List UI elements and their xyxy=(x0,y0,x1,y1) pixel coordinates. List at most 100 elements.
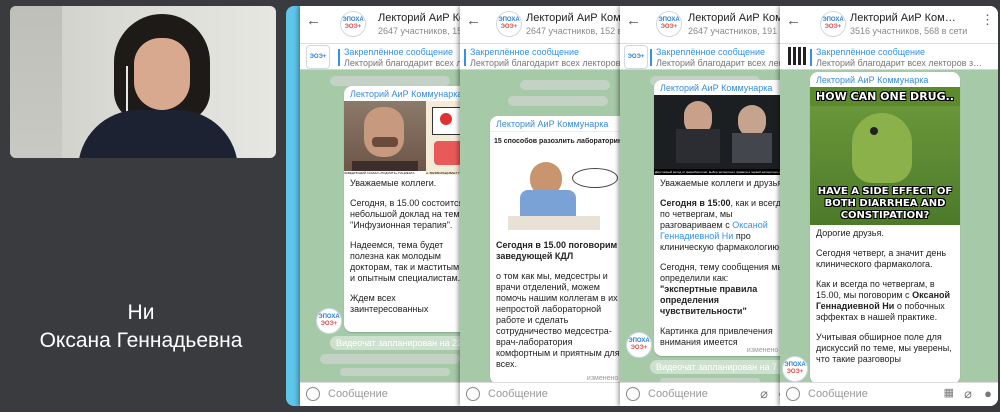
attach-icon[interactable]: ⌀ xyxy=(760,386,768,402)
presenter-name-line2: Оксана Геннадьевна xyxy=(39,329,243,352)
message-bubble[interactable]: Лекторий АиР Коммунарка 15 способов разо… xyxy=(490,116,632,384)
chat-panel-4[interactable]: ← ЭПОХА ЭОЭ+ Лекторий АиР Ком… 3516 участ… xyxy=(780,6,998,406)
message-line: Сегодня в 15.00 поговорим с заведующей К… xyxy=(496,240,625,261)
message-input[interactable]: Сообщение xyxy=(488,388,548,400)
image-caption: Двухтомный метод от микробиологии: выбор… xyxy=(654,169,792,175)
message-author: Лекторий АиР Коммунарка xyxy=(496,119,609,129)
message-bold: "экспертные правила определения чувствит… xyxy=(660,284,758,316)
placeholder-row xyxy=(520,80,610,90)
logo-icon: ЭОЭ+ xyxy=(309,53,327,60)
dinosaur-head xyxy=(852,113,912,183)
pinned-preview: Лекторий благодарит всех лекторов з… xyxy=(656,58,792,68)
placeholder-row xyxy=(330,76,450,86)
back-arrow-icon[interactable]: ← xyxy=(626,12,641,29)
chat-header: ← ЭПОХАЭОЭ+ Лекторий АиР Комму… 2647 уча… xyxy=(300,6,472,44)
chat-panel-3[interactable]: ← ЭПОХА ЭОЭ+ Лекторий АиР Ком… 2647 участ… xyxy=(620,6,792,406)
pinned-message-bar[interactable]: Закреплённое сообщение Лекторий благодар… xyxy=(460,44,632,70)
channel-title[interactable]: Лекторий АиР Комму… xyxy=(378,12,472,24)
message-bubble[interactable]: Лекторий АиР Коммунарка HOW CAN ONE DRUG… xyxy=(810,72,960,384)
message-input[interactable]: Сообщение xyxy=(328,388,388,400)
back-arrow-icon[interactable]: ← xyxy=(786,12,801,29)
message-image[interactable]: 15 способов разозлить лабораторию xyxy=(490,131,632,237)
logo-icon: ЭПОХА ЭОЭ+ xyxy=(822,17,844,30)
message-line: Сегодня в 15:00, как и всегда по четверг… xyxy=(660,198,786,253)
message-line: Сегодня четверг, а значит день клиническ… xyxy=(816,248,947,269)
channel-avatar[interactable]: ЭПОХА ЭОЭ+ xyxy=(496,11,522,37)
logo-icon: ЭПОХА ЭОЭ+ xyxy=(342,17,364,30)
message-input[interactable]: Сообщение xyxy=(648,388,708,400)
message-line: Картинка для привлечения внимания имеетс… xyxy=(660,326,773,347)
bot-menu-icon[interactable]: ▦ xyxy=(944,386,954,399)
message-input-bar[interactable]: Сообщение xyxy=(300,382,472,406)
back-arrow-icon[interactable]: ← xyxy=(306,12,321,29)
attach-icon[interactable]: ⌀ xyxy=(964,386,972,402)
microphone-icon[interactable]: ● xyxy=(984,386,992,401)
message-text: Уважаемые коллеги и друзья! Сегодня в 15… xyxy=(654,175,792,356)
sender-avatar[interactable]: ЭПОХА ЭОЭ+ xyxy=(626,332,652,358)
message-text: Уважаемые коллеги. Сегодня, в 15.00 сост… xyxy=(344,175,472,327)
message-author: Лекторий АиР Коммунарка xyxy=(350,89,463,99)
image-man-photo: ЗАВЕДУЮЩИЙ СКАЗАЛ «ПОДУМТЬ» ПАЦИЕНТА xyxy=(344,101,426,175)
pin-accent-bar xyxy=(810,49,812,66)
pinned-message-bar[interactable]: Закреплённое сообщение Лекторий благодар… xyxy=(780,44,998,70)
qr-code-icon xyxy=(788,47,806,65)
channel-title[interactable]: Лекторий АиР Ком… xyxy=(850,12,956,24)
chat-header: ← ЭПОХА ЭОЭ+ Лекторий АиР Ком… 2647 участ… xyxy=(620,6,792,44)
pinned-preview: Лекторий благодарит всех лекторов з… xyxy=(816,58,983,68)
meme-top-text: HOW CAN ONE DRUG.. xyxy=(810,87,960,106)
system-message: Видеочат запланирован на 7 окт. 1… xyxy=(650,360,792,374)
screen-share: ← ЭПОХАЭОЭ+ Лекторий АиР Комму… 2647 уча… xyxy=(286,6,998,406)
pin-accent-bar xyxy=(464,49,466,66)
emoji-icon[interactable] xyxy=(466,387,480,401)
channel-title[interactable]: Лекторий АиР Комму… xyxy=(526,12,632,24)
chat-panel-1[interactable]: ← ЭПОХАЭОЭ+ Лекторий АиР Комму… 2647 уча… xyxy=(300,6,472,406)
logo-icon: ЭПОХА ЭОЭ+ xyxy=(628,338,650,351)
chat-panel-2[interactable]: ← ЭПОХАЭОЭ+ Лекторий АиР Комму… 2647 уча… xyxy=(460,6,632,406)
emoji-icon[interactable] xyxy=(306,387,320,401)
channel-avatar[interactable]: ЭПОХА ЭОЭ+ xyxy=(820,11,846,37)
message-image[interactable]: HOW CAN ONE DRUG.. HAVE A SIDE EFFECT OF… xyxy=(810,87,960,225)
message-image[interactable]: Двухтомный метод от микробиологии: выбор… xyxy=(654,95,792,175)
presenter-name-line1: Ни xyxy=(127,301,155,324)
channel-subtitle: 3516 участников, 568 в сети xyxy=(850,26,968,36)
channel-subtitle: 2647 участников, 152 в с… xyxy=(378,26,472,36)
more-icon[interactable]: ⋮ xyxy=(981,12,994,28)
message-line: Уважаемые коллеги. xyxy=(350,178,437,188)
sender-avatar[interactable]: ЭПОХА ЭОЭ+ xyxy=(782,356,808,382)
message-line: Учитывая обширное поле для дискуссий по … xyxy=(816,332,952,364)
placeholder-row xyxy=(340,368,450,376)
channel-subtitle: 2647 участников, 152 в с… xyxy=(526,26,632,36)
logo-icon: ЭПОХА ЭОЭ+ xyxy=(498,17,520,30)
emoji-icon[interactable] xyxy=(786,387,800,401)
message-input[interactable]: Сообщение xyxy=(808,388,868,400)
chat-header: ← ЭПОХАЭОЭ+ Лекторий АиР Комму… 2647 уча… xyxy=(460,6,632,44)
pinned-title: Закреплённое сообщение xyxy=(344,47,454,57)
message-line: Сегодня, в 15.00 состоится небольшой док… xyxy=(350,198,465,230)
pinned-message-bar[interactable]: ЭОЭ+ Закреплённое сообщение Лекторий бла… xyxy=(300,44,472,70)
back-arrow-icon[interactable]: ← xyxy=(466,12,481,29)
system-message: Видеочат запланирован на 22 сент. xyxy=(330,336,472,350)
channel-avatar[interactable]: ЭПОХА ЭОЭ+ xyxy=(340,11,366,37)
emoji-icon[interactable] xyxy=(626,387,640,401)
message-line: о том как мы, медсестры и врачи отделени… xyxy=(496,271,620,369)
message-line: Дорогие друзья. xyxy=(816,228,884,238)
channel-avatar[interactable]: ЭПОХА ЭОЭ+ xyxy=(656,11,682,37)
placeholder-row xyxy=(508,96,608,106)
message-line: Надеемся, тема будет полезна как молодым… xyxy=(350,240,461,283)
message-bubble[interactable]: Лекторий АиР Коммунарка ЗАВЕДУЮЩИЙ СКАЗА… xyxy=(344,86,472,332)
message-span: Сегодня, тему сообщения мы определили ка… xyxy=(660,262,784,283)
message-input-bar[interactable]: Сообщение xyxy=(460,382,632,406)
pinned-preview: Лекторий благодарит всех лекторов… xyxy=(470,58,630,68)
message-input-bar[interactable]: Сообщение ▦ ⌀ ● xyxy=(780,382,998,406)
message-line: Ждем всех заинтересованных xyxy=(350,293,429,314)
message-bubble[interactable]: Лекторий АиР Коммунарка Двухтомный метод… xyxy=(654,80,792,356)
message-line: Как и всегда по четвергам, в 15.00, мы п… xyxy=(816,279,954,323)
sender-avatar[interactable]: ЭПОХА ЭОЭ+ xyxy=(316,308,342,334)
pinned-message-bar[interactable]: ЭОЭ+ Закреплённое сообщение Лекторий бла… xyxy=(620,44,792,70)
camera-background-door xyxy=(10,6,62,158)
pinned-title: Закреплённое сообщение xyxy=(656,47,766,57)
message-image[interactable]: ЗАВЕДУЮЩИЙ СКАЗАЛ «ПОДУМТЬ» ПАЦИЕНТА А. … xyxy=(344,101,472,175)
message-input-bar[interactable]: Сообщение ⌀ ● xyxy=(620,382,792,406)
channel-title[interactable]: Лекторий АиР Ком… xyxy=(688,12,792,24)
logo-icon: ЭОЭ+ xyxy=(627,53,645,60)
